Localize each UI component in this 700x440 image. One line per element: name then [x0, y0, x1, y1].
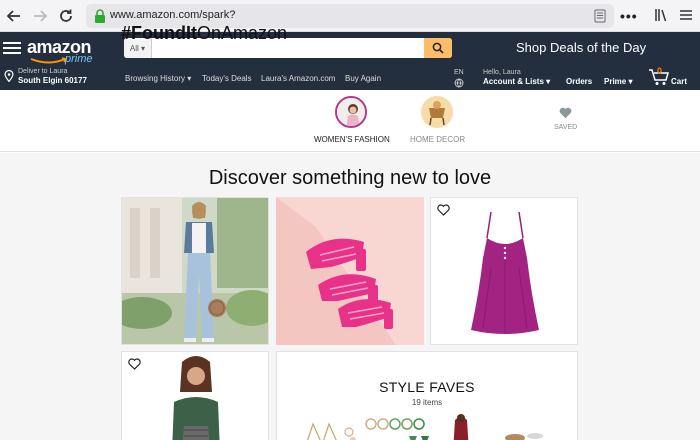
subnav-label: Browsing History: [125, 74, 186, 83]
library-icon[interactable]: [654, 8, 668, 22]
account-lists-menu[interactable]: Account & Lists ▾: [483, 77, 550, 86]
saved-heart-icon[interactable]: [559, 107, 572, 119]
subnav-buy-again[interactable]: Buy Again: [345, 74, 381, 83]
category-home-decor-label[interactable]: HOME DECOR: [410, 135, 465, 144]
title-bold: #FoundIt: [121, 23, 197, 43]
category-home-decor[interactable]: [421, 96, 453, 128]
page-title: #FoundItOnAmazon: [121, 23, 287, 44]
account-lists-label: Account & Lists: [483, 77, 544, 86]
deliver-to-label: Deliver to Laura: [18, 68, 68, 75]
subnav-lauras-amazon[interactable]: Laura's Amazon.com: [261, 74, 335, 83]
style-faves-count: 19 items: [411, 398, 443, 407]
lock-icon: [95, 9, 105, 23]
url-text: www.amazon.com/spark?: [110, 9, 236, 21]
reload-button[interactable]: [56, 6, 76, 26]
title-rest: OnAmazon: [196, 23, 288, 43]
deliver-address: South Elgin 60177: [18, 76, 87, 85]
feed-card-pink-sandals[interactable]: [276, 197, 424, 345]
feed-card-green-top[interactable]: [121, 351, 269, 440]
save-heart-icon[interactable]: [128, 358, 141, 370]
prime-label: Prime: [604, 77, 627, 86]
logo-prime-text: prime: [65, 53, 93, 65]
feed-heading: Discover something new to love: [208, 167, 492, 189]
hamburger-menu-icon[interactable]: [3, 39, 21, 57]
search-button[interactable]: [424, 38, 452, 58]
home-decor-thumbnail: [421, 96, 453, 128]
arrow-right-icon: [34, 10, 48, 22]
language-selector[interactable]: EN: [454, 69, 464, 76]
arrow-left-icon: [6, 10, 20, 22]
browser-menu-icon[interactable]: [680, 9, 692, 21]
subnav-todays-deals[interactable]: Today's Deals: [202, 74, 252, 83]
pink-sandals-image: [276, 197, 424, 345]
category-womens-fashion[interactable]: [335, 96, 367, 128]
style-faves-title: STYLE FAVES: [379, 379, 475, 395]
amazon-prime-logo[interactable]: amazon prime: [27, 37, 93, 65]
reader-view-icon[interactable]: [594, 9, 606, 23]
subnav-browsing-history[interactable]: Browsing History ▾: [125, 74, 191, 83]
reload-icon: [60, 9, 72, 22]
saved-label[interactable]: SAVED: [554, 124, 577, 131]
location-pin-icon: [4, 70, 14, 82]
forward-button[interactable]: [30, 6, 50, 26]
search-icon: [432, 42, 444, 54]
account-greeting: Hello, Laura: [483, 69, 521, 76]
amazon-header: amazon prime All ▾ Shop Deals of the Day…: [0, 32, 700, 90]
more-options-icon[interactable]: •••: [620, 9, 638, 23]
orders-link[interactable]: Orders: [566, 77, 592, 86]
purple-top-image: [431, 198, 577, 344]
fashion-photo-image: [122, 198, 268, 344]
save-heart-icon[interactable]: [437, 204, 450, 216]
feed-card-fashion-photo[interactable]: [121, 197, 269, 345]
prime-menu[interactable]: Prime ▾: [604, 77, 632, 86]
green-top-image: [122, 352, 268, 440]
globe-icon[interactable]: [454, 78, 464, 88]
browser-toolbar: www.amazon.com/spark? •••: [0, 0, 700, 32]
shop-deals-banner[interactable]: Shop Deals of the Day: [516, 40, 646, 55]
feed-card-purple-top[interactable]: [430, 197, 578, 345]
cart-count: 0: [657, 66, 663, 76]
cart-label[interactable]: Cart: [671, 77, 687, 86]
search-dept-label: All: [129, 43, 139, 53]
category-womens-fashion-label[interactable]: WOMEN'S FASHION: [314, 135, 390, 144]
smile-arrow-icon: [30, 57, 68, 64]
feed-card-style-faves[interactable]: STYLE FAVES 19 items: [276, 351, 578, 440]
style-faves-collage-image: [307, 414, 543, 440]
back-button[interactable]: [4, 6, 24, 26]
